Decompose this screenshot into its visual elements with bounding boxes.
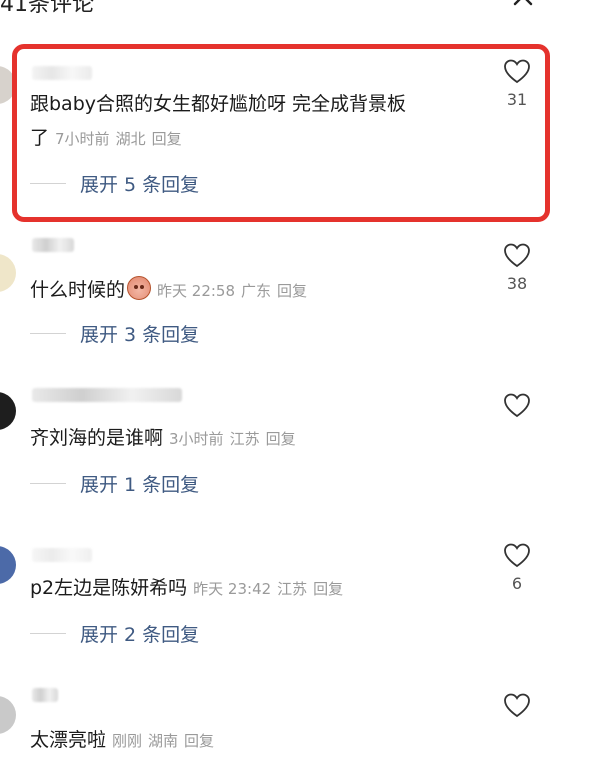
divider — [30, 333, 66, 334]
reply-button[interactable]: 回复 — [266, 430, 296, 448]
comment-time: 昨天 23:42 — [193, 580, 272, 598]
crying-face-icon — [127, 276, 152, 300]
heart-icon — [504, 543, 530, 568]
avatar[interactable] — [0, 254, 16, 292]
comment-time: 3小时前 — [169, 430, 224, 448]
heart-icon — [504, 693, 530, 718]
reply-button[interactable]: 回复 — [277, 282, 307, 300]
comment-text[interactable]: p2左边是陈妍希吗 昨天 23:42 江苏 回复 — [30, 576, 349, 601]
comment-location: 湖南 — [148, 732, 179, 750]
expand-replies-button[interactable]: 展开 1 条回复 — [30, 470, 199, 497]
username-blurred[interactable] — [32, 388, 182, 402]
avatar[interactable] — [0, 696, 16, 734]
comments-title: 41条评论 — [0, 0, 94, 17]
comment-time: 昨天 22:58 — [157, 282, 236, 300]
username-blurred[interactable] — [32, 688, 58, 702]
username-blurred[interactable] — [32, 548, 92, 562]
like-button[interactable] — [500, 392, 534, 418]
divider — [30, 483, 66, 484]
comment-text[interactable]: 什么时候的 昨天 22:58 广东 回复 — [30, 276, 313, 303]
highlight-annotation — [12, 44, 550, 222]
like-button[interactable]: 6 — [500, 542, 534, 593]
comment-location: 江苏 — [277, 580, 308, 598]
comment-item: p2左边是陈妍希吗 昨天 23:42 江苏 回复 展开 2 条回复 6 — [0, 534, 600, 664]
divider — [30, 633, 66, 634]
expand-replies-button[interactable]: 展开 3 条回复 — [30, 320, 199, 347]
expand-replies-button[interactable]: 展开 2 条回复 — [30, 620, 199, 647]
comment-item: 什么时候的 昨天 22:58 广东 回复 展开 3 条回复 38 — [0, 232, 600, 362]
like-button[interactable]: 38 — [500, 242, 534, 293]
comment-location: 广东 — [241, 282, 272, 300]
avatar[interactable] — [0, 546, 16, 584]
like-count: 6 — [511, 574, 523, 593]
comment-location: 江苏 — [229, 430, 260, 448]
comment-item: 太漂亮啦 刚刚 湖南 回复 — [0, 684, 600, 766]
reply-button[interactable]: 回复 — [184, 732, 214, 750]
avatar[interactable] — [0, 392, 16, 430]
comment-time: 刚刚 — [112, 732, 143, 750]
comment-text[interactable]: 太漂亮啦 刚刚 湖南 回复 — [30, 728, 220, 753]
close-icon[interactable] — [511, 0, 535, 8]
comment-item: 齐刘海的是谁啊 3小时前 江苏 回复 展开 1 条回复 — [0, 384, 600, 514]
heart-icon — [504, 243, 530, 268]
heart-icon — [504, 393, 530, 418]
username-blurred[interactable] — [32, 238, 74, 252]
like-count: 38 — [506, 274, 528, 293]
comment-text[interactable]: 齐刘海的是谁啊 3小时前 江苏 回复 — [30, 426, 302, 451]
reply-button[interactable]: 回复 — [313, 580, 343, 598]
like-button[interactable] — [500, 692, 534, 718]
